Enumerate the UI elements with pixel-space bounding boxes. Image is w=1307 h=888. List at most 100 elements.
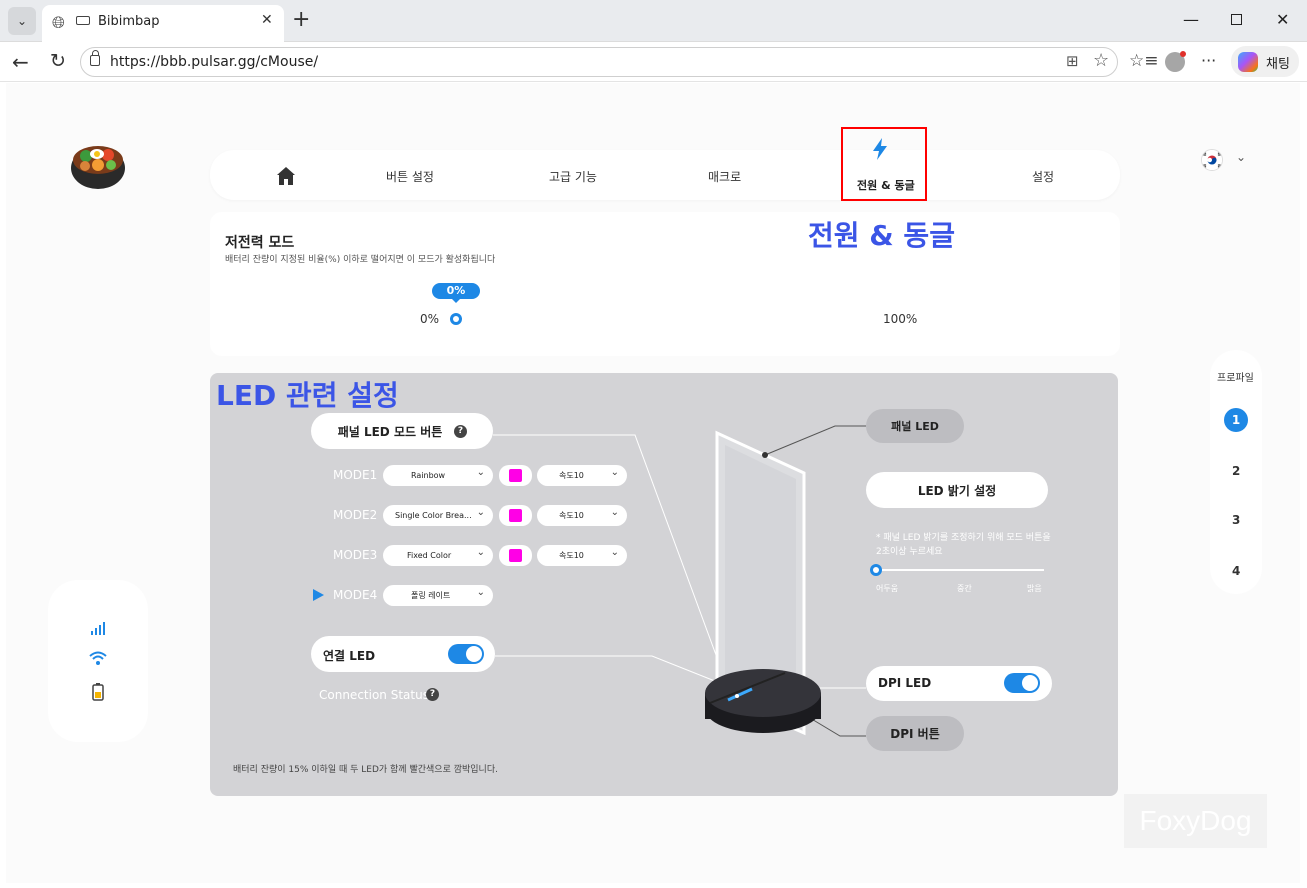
url-text[interactable]: https://bbb.pulsar.gg/cMouse/ bbox=[110, 54, 318, 70]
battery-icon bbox=[92, 683, 104, 701]
lock-icon[interactable] bbox=[90, 50, 100, 66]
nav-power-dongle[interactable]: 전원 & 동글 bbox=[857, 177, 915, 193]
battery-note: 배터리 잔량이 15% 이하일 때 두 LED가 함께 빨간색으로 깜박입니다. bbox=[233, 765, 498, 775]
mode3-effect-value: Fixed Color bbox=[407, 551, 452, 560]
brightness-slider-handle[interactable] bbox=[870, 564, 882, 576]
mode2-effect-value: Single Color Brea... bbox=[395, 511, 472, 520]
power-bolt-icon[interactable] bbox=[870, 137, 890, 161]
mode3-color-swatch[interactable] bbox=[499, 545, 532, 566]
maximize-button[interactable] bbox=[1231, 14, 1242, 25]
chevron-down-icon: ⌄ bbox=[476, 467, 485, 478]
annotation-power-dongle: 전원 & 동글 bbox=[808, 219, 955, 252]
mode2-effect-select[interactable]: Single Color Brea... ⌄ bbox=[383, 505, 493, 526]
low-power-slider-handle[interactable] bbox=[450, 313, 462, 325]
nav-settings[interactable]: 설정 bbox=[1032, 168, 1054, 185]
low-power-card bbox=[210, 212, 1120, 356]
brightness-mid-label: 중간 bbox=[957, 584, 972, 593]
nav-macro[interactable]: 매크로 bbox=[708, 168, 741, 185]
mode2-speed-value: 속도10 bbox=[559, 511, 584, 520]
brightness-slider-track[interactable] bbox=[876, 569, 1044, 571]
value-bubble-tail bbox=[451, 298, 461, 303]
wifi-icon bbox=[89, 651, 107, 665]
profile-item-2[interactable]: 2 bbox=[1232, 464, 1240, 478]
mode3-effect-select[interactable]: Fixed Color ⌄ bbox=[383, 545, 493, 566]
connection-status-label: Connection Status bbox=[319, 688, 429, 702]
reload-icon[interactable]: ↻ bbox=[50, 50, 66, 72]
signal-bars-icon bbox=[91, 622, 105, 635]
language-chevron-icon[interactable]: ⌄ bbox=[1236, 150, 1246, 164]
panel-led-tag: 패널 LED bbox=[866, 409, 964, 443]
dpi-led-toggle[interactable] bbox=[1004, 673, 1040, 693]
minimize-button[interactable]: — bbox=[1183, 10, 1199, 29]
brightness-high-label: 밝음 bbox=[1027, 584, 1042, 593]
toggle-knob bbox=[466, 646, 482, 662]
low-power-value-bubble: 0% bbox=[432, 283, 480, 299]
low-power-max-label: 100% bbox=[883, 312, 918, 326]
watermark: FoxyDog bbox=[1124, 794, 1267, 848]
mode3-speed-value: 속도10 bbox=[559, 551, 584, 560]
connection-led-toggle[interactable] bbox=[448, 644, 484, 664]
low-power-title: 저전력 모드 bbox=[225, 235, 295, 251]
globe-icon: 🌐︎ bbox=[52, 13, 65, 32]
mode3-label: MODE3 bbox=[333, 548, 378, 562]
mode4-effect-value: 폴링 레이트 bbox=[411, 591, 451, 600]
chevron-down-icon: ⌄ bbox=[610, 507, 619, 518]
mode1-effect-value: Rainbow bbox=[411, 471, 446, 480]
low-power-description: 배터리 잔량이 지정된 비율(%) 이하로 떨어지면 이 모드가 활성화됩니다 bbox=[225, 255, 496, 265]
top-nav-bar bbox=[210, 150, 1120, 200]
color-swatch-fill bbox=[509, 509, 522, 522]
panel-mode-help-icon[interactable]: ? bbox=[454, 425, 467, 438]
new-tab-button[interactable]: + bbox=[292, 9, 310, 31]
mode4-effect-select[interactable]: 폴링 레이트 ⌄ bbox=[383, 585, 493, 606]
keyboard-icon bbox=[76, 16, 90, 25]
panel-led-mode-label: 패널 LED 모드 버튼 bbox=[337, 424, 443, 439]
dpi-button-tag: DPI 버튼 bbox=[866, 716, 964, 751]
tab-title: Bibimbap bbox=[98, 14, 160, 29]
tab-list-button[interactable]: ⌄ bbox=[8, 7, 36, 35]
apps-icon[interactable]: ⊞ bbox=[1066, 52, 1079, 70]
chevron-down-icon: ⌄ bbox=[610, 547, 619, 558]
low-power-min-label: 0% bbox=[420, 312, 440, 326]
copilot-label[interactable]: 채팅 bbox=[1266, 53, 1290, 72]
active-mode-arrow-icon bbox=[313, 589, 324, 601]
profile-item-3[interactable]: 3 bbox=[1232, 513, 1240, 527]
profile-item-1[interactable]: 1 bbox=[1224, 408, 1248, 432]
brightness-note: * 패널 LED 밝기를 조정하기 위해 모드 버튼을 2초이상 누르세요 bbox=[876, 533, 1051, 557]
mode1-speed-value: 속도10 bbox=[559, 471, 584, 480]
connection-status-help-icon[interactable]: ? bbox=[426, 688, 439, 701]
chevron-down-icon: ⌄ bbox=[476, 547, 485, 558]
led-brightness-label: LED 밝기 설정 bbox=[917, 483, 997, 498]
profile-item-4[interactable]: 4 bbox=[1232, 564, 1240, 578]
mode2-speed-select[interactable]: 속도10 ⌄ bbox=[537, 505, 627, 526]
chevron-down-icon: ⌄ bbox=[476, 587, 485, 598]
chevron-down-icon: ⌄ bbox=[610, 467, 619, 478]
chevron-down-icon: ⌄ bbox=[476, 507, 485, 518]
close-tab-icon[interactable]: ✕ bbox=[261, 12, 273, 28]
favorites-list-icon[interactable]: ☆≡ bbox=[1129, 51, 1158, 71]
home-icon[interactable] bbox=[276, 166, 296, 186]
favorite-star-icon[interactable]: ☆ bbox=[1093, 50, 1109, 71]
window-close-button[interactable]: ✕ bbox=[1276, 10, 1289, 29]
nav-advanced-features[interactable]: 고급 기능 bbox=[549, 168, 597, 185]
mode3-speed-select[interactable]: 속도10 ⌄ bbox=[537, 545, 627, 566]
annotation-led-settings: LED 관련 설정 bbox=[216, 379, 399, 412]
mode1-color-swatch[interactable] bbox=[499, 465, 532, 486]
mode2-label: MODE2 bbox=[333, 508, 378, 522]
nav-button-settings[interactable]: 버튼 설정 bbox=[386, 168, 434, 185]
mode4-label: MODE4 bbox=[333, 588, 378, 602]
color-swatch-fill bbox=[509, 469, 522, 482]
mode1-effect-select[interactable]: Rainbow ⌄ bbox=[383, 465, 493, 486]
mode2-color-swatch[interactable] bbox=[499, 505, 532, 526]
connection-led-label: 연결 LED bbox=[323, 649, 376, 663]
back-arrow-icon[interactable]: ← bbox=[12, 50, 29, 74]
brightness-low-label: 어두움 bbox=[876, 584, 899, 593]
bibimbap-logo bbox=[71, 146, 125, 189]
color-swatch-fill bbox=[509, 549, 522, 562]
korea-flag-icon[interactable] bbox=[1201, 149, 1223, 171]
mode1-speed-select[interactable]: 속도10 ⌄ bbox=[537, 465, 627, 486]
led-brightness-button[interactable]: LED 밝기 설정 bbox=[866, 472, 1048, 508]
profile-title: 프로파일 bbox=[1217, 373, 1254, 384]
copilot-icon[interactable] bbox=[1238, 52, 1258, 72]
more-menu-icon[interactable]: ··· bbox=[1201, 51, 1216, 70]
toggle-knob bbox=[1022, 675, 1038, 691]
